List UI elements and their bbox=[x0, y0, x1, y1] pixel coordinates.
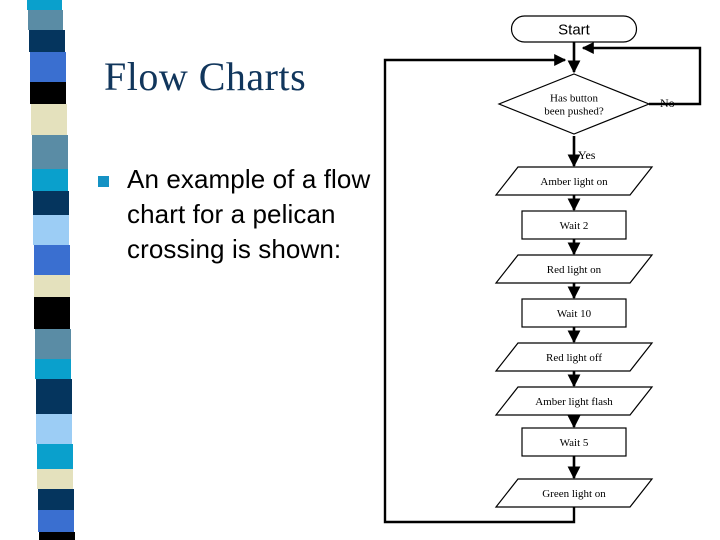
flowchart-node-amber_on bbox=[494, 166, 654, 196]
flowchart-node-green_on bbox=[494, 478, 654, 508]
decor-band bbox=[37, 444, 73, 469]
decor-band bbox=[31, 104, 67, 135]
decor-band bbox=[33, 191, 69, 215]
flowchart-node-label-green_on: Green light on bbox=[542, 488, 606, 500]
flowchart-node-wait2 bbox=[521, 210, 627, 240]
flowchart-connectors bbox=[383, 42, 702, 524]
slide-canvas: Flow Charts An example of a flow chart f… bbox=[0, 0, 720, 540]
decor-band bbox=[33, 215, 69, 245]
flowchart-node-label-wait5: Wait 5 bbox=[560, 437, 589, 449]
flowchart-node-red_off bbox=[494, 342, 654, 372]
decor-band bbox=[27, 0, 62, 10]
decor-band bbox=[34, 275, 70, 297]
edge-greenon-loopback bbox=[383, 54, 576, 524]
flowchart-node-label-wait10: Wait 10 bbox=[557, 308, 592, 320]
bullet-square-icon bbox=[98, 176, 109, 187]
flowchart-node-decision bbox=[497, 73, 651, 135]
decor-band bbox=[32, 169, 68, 191]
bullet-item-label: An example of a flow chart for a pelican… bbox=[127, 164, 371, 264]
decor-band bbox=[35, 359, 71, 379]
decor-band bbox=[35, 329, 71, 359]
flowchart-node-wait10 bbox=[521, 298, 627, 328]
decor-band bbox=[29, 30, 65, 52]
flowchart-node-label-decision: Has button been pushed? bbox=[544, 92, 604, 117]
flowchart-node-label-amber_on: Amber light on bbox=[540, 176, 608, 188]
flowchart-node-label-red_on: Red light on bbox=[547, 264, 602, 276]
decor-band bbox=[38, 510, 74, 532]
flowchart-node-label-wait2: Wait 2 bbox=[560, 220, 589, 232]
flowchart-node-label-amber_flash: Amber light flash bbox=[535, 396, 613, 408]
flowchart-node-wait5 bbox=[521, 427, 627, 457]
flowchart-node-amber_flash bbox=[494, 386, 654, 416]
decor-band bbox=[36, 414, 72, 444]
flowchart-node-red_on bbox=[494, 254, 654, 284]
decor-band bbox=[37, 469, 73, 489]
decor-band bbox=[38, 489, 74, 510]
decor-band bbox=[36, 379, 72, 414]
decorative-color-strip bbox=[0, 0, 90, 540]
flowchart-shape-labels: Start Has button been pushed? Amber light o… bbox=[535, 21, 613, 500]
edge-decision-no-loopback bbox=[581, 42, 702, 106]
flowchart-edge-label-yes-label: Yes bbox=[578, 148, 596, 162]
page-title: Flow Charts bbox=[104, 54, 307, 99]
bullet-list-item: An example of a flow chart for a pelican… bbox=[98, 162, 428, 267]
flowchart-node-label-start: Start bbox=[558, 21, 591, 38]
flowchart-shapes bbox=[494, 15, 654, 508]
decor-band bbox=[30, 82, 66, 104]
flowchart-edge-label-no-label: No bbox=[660, 96, 675, 110]
decor-band bbox=[34, 297, 70, 329]
flowchart-node-start bbox=[510, 15, 638, 43]
decor-band bbox=[32, 135, 68, 169]
decor-band bbox=[39, 532, 75, 540]
flowchart-node-label-red_off: Red light off bbox=[546, 352, 602, 364]
decor-band bbox=[28, 10, 63, 30]
decor-band bbox=[30, 52, 66, 82]
decor-band bbox=[34, 245, 70, 275]
